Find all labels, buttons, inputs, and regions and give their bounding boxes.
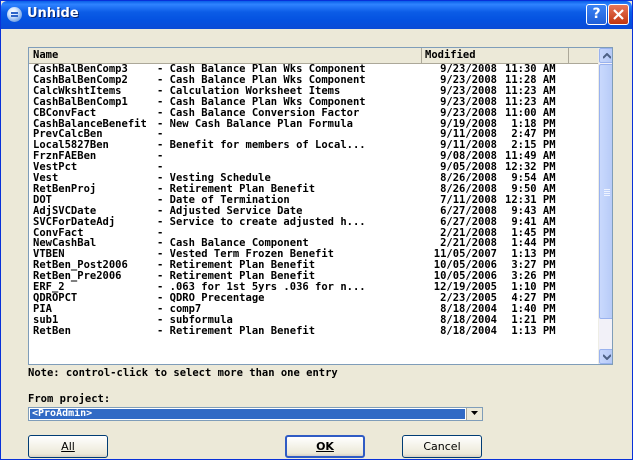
item-time: 11:00 AM <box>505 106 556 119</box>
close-icon <box>613 9 624 20</box>
item-name: CBConvFact <box>33 106 97 119</box>
item-name: SVCForDateAdj <box>33 215 116 228</box>
close-button[interactable] <box>608 4 629 25</box>
help-button[interactable]: ? <box>586 4 607 25</box>
unhide-dialog: Unhide ? Name Modified CashBalBenComp3- … <box>0 0 633 460</box>
ok-button[interactable]: OK <box>285 435 365 458</box>
from-project-label: From project: <box>28 393 111 405</box>
item-description: - Retirement Plan Benefit <box>157 324 316 337</box>
vertical-scrollbar[interactable] <box>598 48 612 364</box>
hidden-items-list[interactable]: Name Modified CashBalBenComp3- Cash Bala… <box>28 47 613 365</box>
list-item[interactable]: CBConvFact - Cash Balance Conversion Fact… <box>29 106 599 119</box>
chevron-down-icon <box>603 354 611 360</box>
item-description: - New Cash Balance Plan Formula <box>157 117 353 130</box>
item-description: - Benefit for members of Local... <box>157 139 366 152</box>
window-title: Unhide <box>27 6 79 21</box>
item-name: RetBen <box>33 324 71 337</box>
cancel-button-label: Cancel <box>423 440 461 453</box>
project-dropdown-button[interactable] <box>466 408 482 420</box>
all-button[interactable]: All <box>28 435 108 458</box>
list-item[interactable]: RetBen - Retirement Plan Benefit 8/18/2004… <box>29 324 599 337</box>
list-item[interactable]: SVCForDateAdj - Service to create adjuste… <box>29 215 599 228</box>
grip-icon <box>604 189 610 190</box>
column-header-name[interactable]: Name <box>29 48 422 64</box>
scroll-down-button[interactable] <box>599 349 612 364</box>
column-header-filler <box>569 48 599 64</box>
item-description: - Cash Balance Conversion Factor <box>157 106 360 119</box>
selection-note: Note: control-click to select more than … <box>28 367 338 379</box>
scroll-up-button[interactable] <box>599 48 612 63</box>
scroll-thumb[interactable] <box>599 64 612 319</box>
project-select-value: <ProAdmin> <box>30 409 465 419</box>
all-button-label: All <box>61 440 75 453</box>
cancel-button[interactable]: Cancel <box>402 435 482 458</box>
item-date: 8/18/2004 <box>440 324 497 337</box>
ok-button-label: OK <box>316 440 334 453</box>
chevron-up-icon <box>603 53 611 59</box>
item-time: 1:13 PM <box>505 324 556 337</box>
item-time: 9:41 AM <box>505 215 556 228</box>
title-bar[interactable]: Unhide ? <box>1 1 632 29</box>
item-date: 9/23/2008 <box>440 106 497 119</box>
chevron-down-icon <box>471 411 478 415</box>
column-header-modified[interactable]: Modified <box>422 48 569 64</box>
item-date: 6/27/2008 <box>440 215 497 228</box>
project-select[interactable]: <ProAdmin> <box>28 407 483 421</box>
item-description: - Service to create adjusted h... <box>157 215 366 228</box>
app-icon <box>7 7 22 22</box>
